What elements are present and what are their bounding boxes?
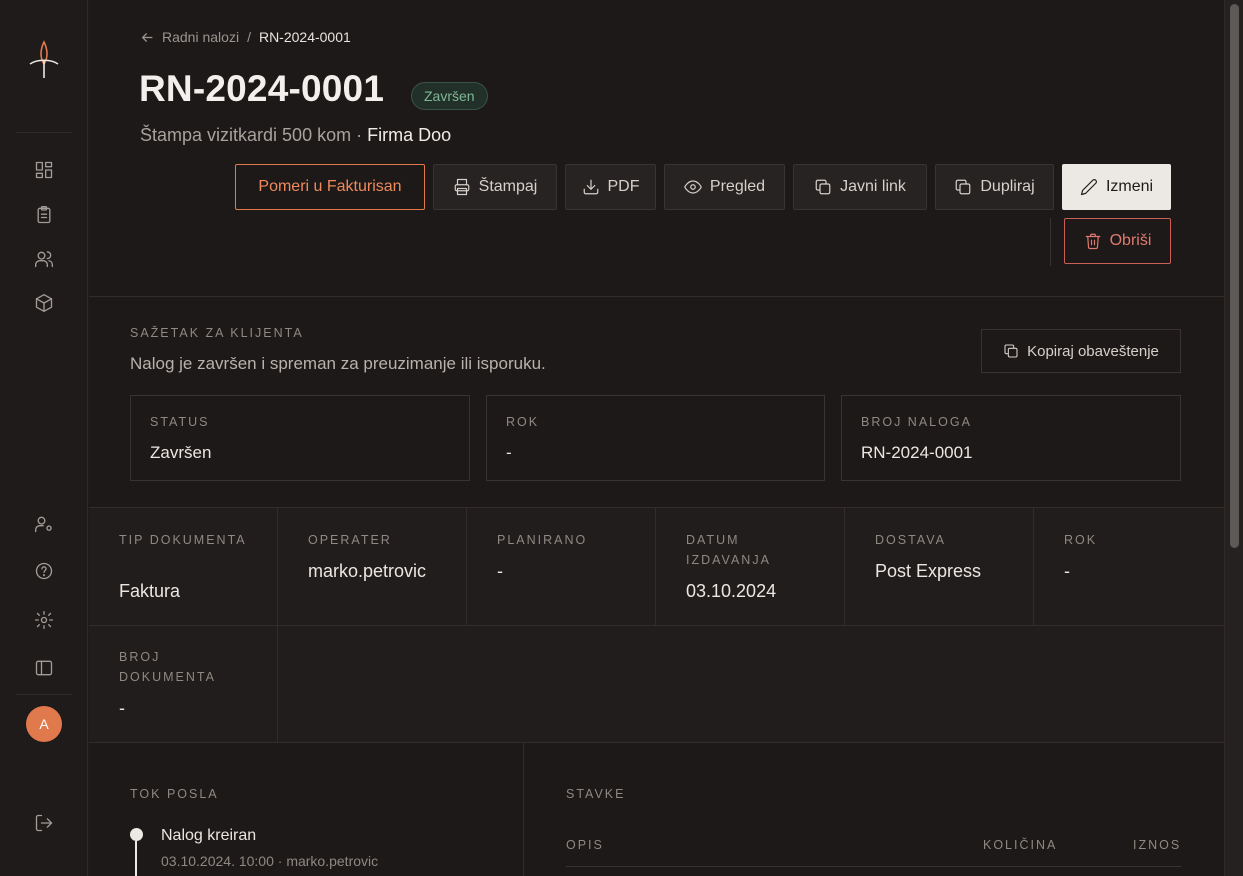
page-subtitle: Štampa vizitkardi 500 kom · Firma Doo <box>140 125 451 146</box>
duplicate-button[interactable]: Dupliraj <box>935 164 1054 210</box>
scrollbar[interactable] <box>1224 0 1243 876</box>
timeline-event-meta: 03.10.2024. 10:00 · marko.petrovic <box>161 853 379 869</box>
meta-value: 03.10.2024 <box>686 581 777 601</box>
summary-text: Nalog je završen i spreman za preuzimanj… <box>130 354 546 373</box>
public-link-button[interactable]: Javni link <box>793 164 927 210</box>
timeline-dot <box>130 828 143 841</box>
clipboard-icon[interactable] <box>32 203 56 227</box>
timeline-line <box>135 841 137 876</box>
arrow-left-icon[interactable] <box>141 31 154 44</box>
dashboard-icon[interactable] <box>32 158 56 182</box>
eye-icon <box>684 180 702 194</box>
meta-operator: OPERATER marko.petrovic <box>278 508 467 625</box>
meta-label: ROK <box>1064 533 1098 547</box>
main-content: Radni nalozi / RN-2024-0001 RN-2024-0001… <box>89 0 1224 876</box>
pdf-button-label: PDF <box>607 178 640 195</box>
print-button[interactable]: Štampaj <box>433 164 557 210</box>
meta-document-number: BROJ DOKUMENTA - <box>89 625 278 742</box>
package-icon[interactable] <box>32 291 56 315</box>
sidebar-toggle-icon[interactable] <box>32 656 56 680</box>
order-description: Štampa vizitkardi 500 kom · <box>140 125 363 145</box>
logout-icon[interactable] <box>32 811 56 835</box>
breadcrumb-separator: / <box>247 29 251 45</box>
summary-card-order-number: BROJ NALOGA RN-2024-0001 <box>841 395 1181 481</box>
move-button-label: Pomeri u Fakturisan <box>258 178 402 195</box>
meta-issue-date: DATUM IZDAVANJA 03.10.2024 <box>656 508 845 625</box>
breadcrumb-current: RN-2024-0001 <box>258 29 351 45</box>
meta-label: PLANIRANO <box>497 533 588 547</box>
copy-icon <box>815 179 831 195</box>
card-label: ROK <box>506 415 540 429</box>
public-link-button-label: Javni link <box>840 178 906 195</box>
copy-notice-label: Kopiraj obaveštenje <box>1027 342 1159 360</box>
meta-planned: PLANIRANO - <box>467 508 656 625</box>
card-label: BROJ NALOGA <box>861 415 972 429</box>
status-badge: Završen <box>411 82 488 110</box>
edit-button-label: Izmeni <box>1105 178 1154 195</box>
meta-deadline: ROK - <box>1034 508 1224 625</box>
meta-label: DOSTAVA <box>875 533 946 547</box>
scrollbar-thumb[interactable] <box>1230 4 1239 548</box>
page-title: RN-2024-0001 <box>139 68 385 109</box>
delete-button-label: Obriši <box>1109 232 1152 249</box>
printer-icon <box>454 178 469 196</box>
trash-icon <box>1085 233 1100 250</box>
print-button-label: Štampaj <box>478 178 538 195</box>
preview-button-label: Pregled <box>709 178 766 195</box>
sidebar: A <box>0 0 88 876</box>
preview-button[interactable]: Pregled <box>664 164 785 210</box>
meta-value: - <box>497 561 503 581</box>
gear-icon[interactable] <box>32 608 56 632</box>
order-metadata: TIP DOKUMENTA Faktura OPERATER marko.pet… <box>89 508 1224 742</box>
action-divider <box>1050 218 1051 266</box>
card-value: - <box>506 443 512 462</box>
card-value: RN-2024-0001 <box>861 443 973 462</box>
summary-card-status: STATUS Završen <box>130 395 470 481</box>
divider <box>89 296 1224 297</box>
app-logo-icon[interactable] <box>27 40 61 80</box>
meta-label: TIP DOKUMENTA <box>119 533 247 547</box>
summary-card-deadline: ROK - <box>486 395 825 481</box>
users-icon[interactable] <box>32 247 56 271</box>
card-value: Završen <box>150 443 212 462</box>
help-icon[interactable] <box>32 559 56 583</box>
delete-button[interactable]: Obriši <box>1064 218 1171 264</box>
column-header-description: OPIS <box>566 838 604 852</box>
breadcrumb-parent[interactable]: Radni nalozi <box>162 29 239 45</box>
sidebar-divider <box>16 694 72 695</box>
card-label: STATUS <box>150 415 210 429</box>
workflow-label: TOK POSLA <box>130 787 219 801</box>
summary-label: SAŽETAK ZA KLIJENTA <box>130 326 304 340</box>
meta-label: BROJ DOKUMENTA <box>119 650 216 684</box>
timeline-event-title: Nalog kreiran <box>161 827 257 844</box>
files-icon <box>956 179 971 195</box>
meta-value: - <box>119 698 125 718</box>
meta-label: DATUM IZDAVANJA <box>686 533 771 567</box>
meta-delivery: DOSTAVA Post Express <box>845 508 1034 625</box>
pencil-icon <box>1080 179 1097 196</box>
meta-value: Faktura <box>119 581 181 601</box>
sidebar-divider <box>16 132 72 133</box>
breadcrumb: Radni nalozi / RN-2024-0001 <box>141 29 351 45</box>
meta-value: marko.petrovic <box>308 561 427 581</box>
table-header-divider <box>566 866 1181 867</box>
user-settings-icon[interactable] <box>32 512 56 536</box>
client-name: Firma Doo <box>367 125 452 145</box>
column-header-amount: IZNOS <box>1133 838 1182 852</box>
meta-document-type: TIP DOKUMENTA Faktura <box>89 508 278 625</box>
move-to-invoiced-button[interactable]: Pomeri u Fakturisan <box>235 164 425 210</box>
avatar[interactable]: A <box>26 706 62 742</box>
pdf-button[interactable]: PDF <box>565 164 656 210</box>
items-label: STAVKE <box>566 787 626 801</box>
duplicate-button-label: Dupliraj <box>980 178 1035 195</box>
edit-button[interactable]: Izmeni <box>1062 164 1171 210</box>
copy-notice-button[interactable]: Kopiraj obaveštenje <box>981 329 1181 373</box>
meta-value: Post Express <box>875 561 982 581</box>
meta-label: OPERATER <box>308 533 392 547</box>
copy-icon <box>1004 344 1018 358</box>
meta-value: - <box>1064 561 1070 581</box>
column-header-quantity: KOLIČINA <box>983 838 1058 852</box>
download-icon <box>583 179 598 195</box>
